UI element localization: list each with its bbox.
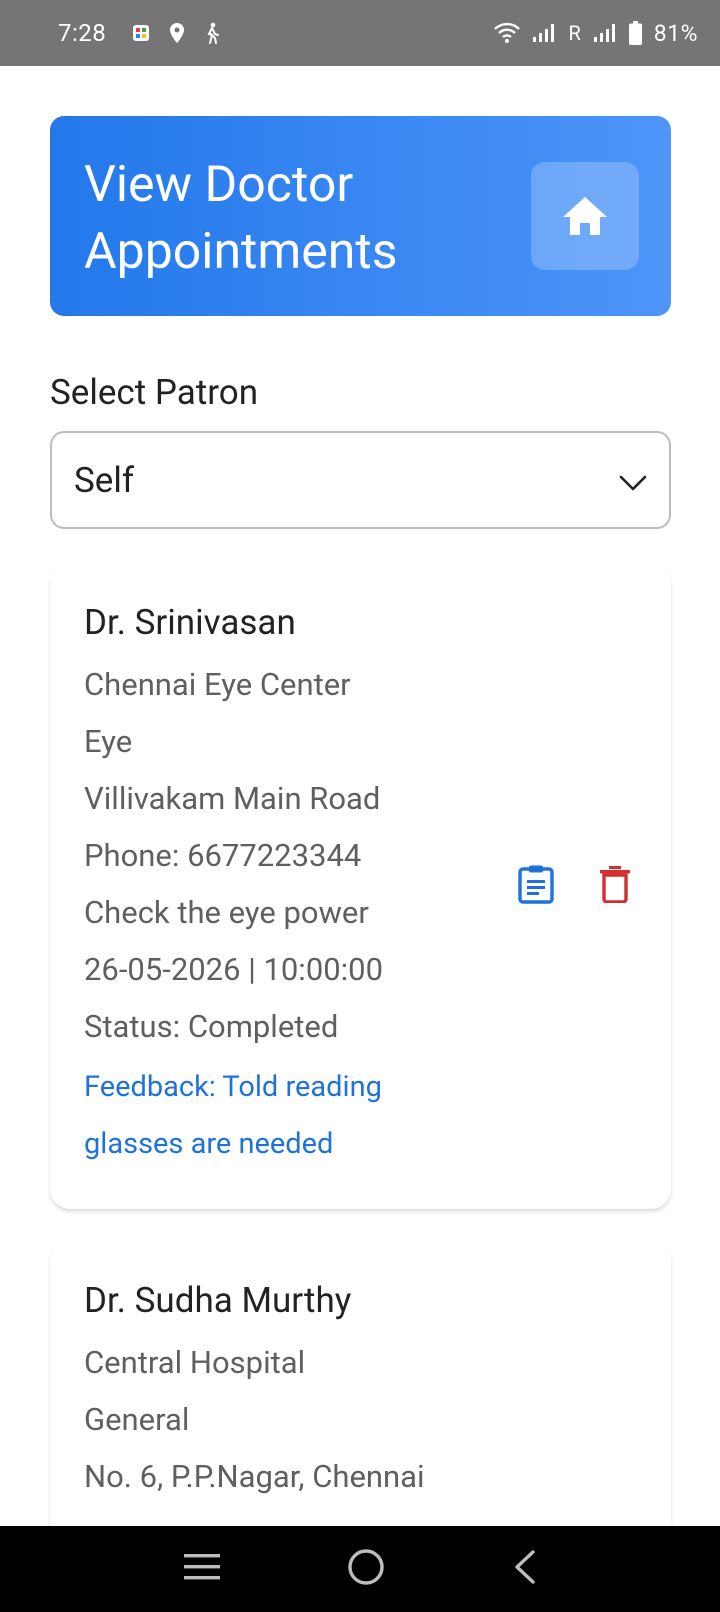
appointment-card: Dr. Srinivasan Chennai Eye Center Eye Vi…: [50, 564, 671, 1209]
battery-icon: [628, 21, 642, 45]
doctor-name: Dr. Srinivasan: [84, 602, 296, 643]
wifi-icon: [494, 22, 521, 44]
specialty: Eye: [84, 723, 133, 760]
appointment-datetime: 26-05-2026 | 10:00:00: [84, 951, 384, 988]
hospital-name: Central Hospital: [84, 1344, 306, 1381]
recent-apps-button[interactable]: [183, 1552, 221, 1586]
hospital-name: Chennai Eye Center: [84, 666, 351, 703]
main-content[interactable]: View Doctor Appointments Select Patron S…: [0, 66, 720, 1526]
clipboard-icon: [518, 865, 554, 904]
card-actions: [517, 864, 631, 908]
back-arrow-icon: [515, 1550, 535, 1584]
system-nav-bar: [0, 1526, 720, 1612]
status-bar: 7:28 R 81%: [0, 0, 720, 66]
menu-icon: [184, 1554, 220, 1580]
appointment-status: Status: Completed: [84, 1008, 339, 1045]
signal-icon-2: [593, 23, 617, 43]
delete-button[interactable]: [599, 865, 631, 907]
notification-icons: [132, 22, 220, 44]
appointment-feedback: Feedback: Told reading glasses are neede…: [84, 1070, 382, 1161]
feedback-button[interactable]: [517, 864, 555, 908]
specialty: General: [84, 1401, 190, 1438]
walking-icon: [204, 22, 220, 44]
doctor-name: Dr. Sudha Murthy: [84, 1280, 352, 1321]
patron-selected-value: Self: [74, 459, 135, 501]
roaming-label: R: [568, 21, 581, 45]
patron-select-label: Select Patron: [50, 372, 259, 413]
page-title: View Doctor Appointments: [84, 156, 398, 281]
home-nav-button[interactable]: [347, 1548, 385, 1590]
home-icon: [563, 197, 607, 235]
battery-percent: 81%: [653, 19, 698, 47]
circle-home-icon: [348, 1549, 384, 1585]
app-notification-icon: [132, 24, 150, 42]
page-header: View Doctor Appointments: [50, 116, 671, 316]
signal-icon-1: [532, 23, 556, 43]
patron-select[interactable]: Self: [50, 431, 671, 529]
trash-icon: [600, 866, 630, 904]
status-time: 7:28: [58, 19, 107, 47]
chevron-down-icon: [619, 460, 647, 501]
address: Villivakam Main Road: [84, 780, 381, 817]
back-button[interactable]: [511, 1549, 537, 1589]
location-icon: [168, 22, 186, 44]
address: No. 6, P.P.Nagar, Chennai: [84, 1458, 425, 1495]
appointment-card: Dr. Sudha Murthy Central Hospital Genera…: [50, 1242, 671, 1526]
home-button[interactable]: [531, 162, 639, 270]
system-icons: R 81%: [494, 20, 698, 47]
